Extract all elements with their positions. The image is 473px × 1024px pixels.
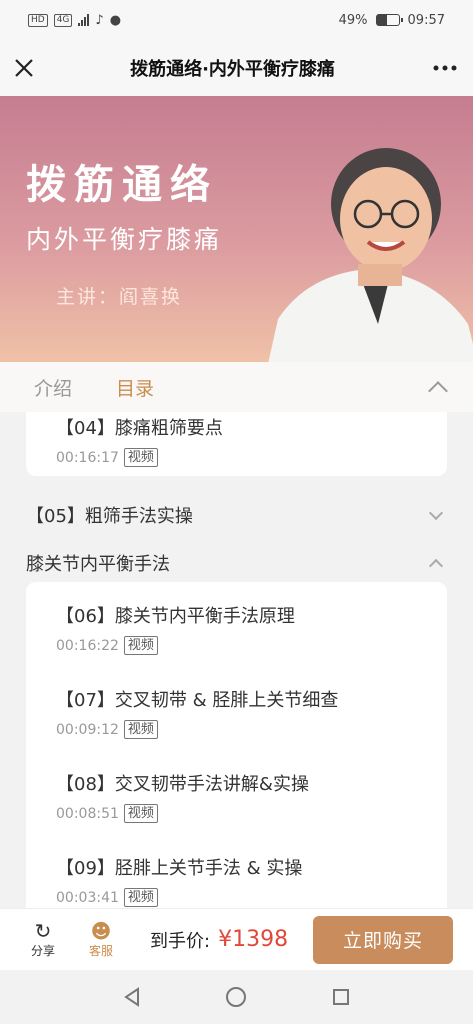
section-title: 膝关节内平衡手法 bbox=[26, 554, 170, 575]
lesson-duration: 00:09:12 bbox=[56, 721, 119, 738]
back-icon[interactable] bbox=[120, 985, 144, 1009]
page-title: 拨筋通络·内外平衡疗膝痛 bbox=[130, 59, 335, 80]
collapse-chevron-icon[interactable] bbox=[428, 381, 448, 401]
tab-catalog[interactable]: 目录 bbox=[116, 374, 154, 401]
price-label: 到手价: bbox=[150, 930, 211, 952]
catalog-list: 【04】膝痛粗筛要点 00:16:17 视频 【05】粗筛手法实操 膝关节内平衡… bbox=[0, 412, 473, 908]
more-icon[interactable] bbox=[417, 40, 473, 96]
lesson-item[interactable]: 【09】胫腓上关节手法 & 实操 00:03:41 视频 bbox=[56, 854, 302, 907]
price-value: ¥1398 bbox=[218, 927, 289, 952]
video-badge: 视频 bbox=[123, 888, 158, 907]
lesson-duration: 00:03:41 bbox=[56, 889, 119, 906]
title-bar: 拨筋通络·内外平衡疗膝痛 bbox=[0, 40, 473, 96]
headset-icon: ☻ bbox=[90, 919, 112, 943]
section-knee-balance[interactable]: 膝关节内平衡手法 bbox=[26, 550, 447, 576]
service-label: 客服 bbox=[88, 944, 113, 958]
lesson-item[interactable]: 【07】交叉韧带 & 胫腓上关节细查 00:09:12 视频 bbox=[56, 686, 338, 739]
battery-percent: 49% bbox=[338, 12, 368, 28]
chat-notification-icon: ● bbox=[109, 12, 122, 28]
lesson-item[interactable]: 【04】膝痛粗筛要点 00:16:17 视频 bbox=[56, 414, 223, 467]
section-title: 【05】粗筛手法实操 bbox=[26, 506, 193, 527]
battery-icon bbox=[375, 14, 403, 26]
clock: 09:57 bbox=[407, 12, 445, 28]
catalog-card: 【06】膝关节内平衡手法原理 00:16:22 视频 【07】交叉韧带 & 胫腓… bbox=[26, 582, 447, 908]
lesson-title: 【09】胫腓上关节手法 & 实操 bbox=[56, 858, 303, 879]
video-badge: 视频 bbox=[123, 448, 158, 467]
lesson-duration: 00:08:51 bbox=[56, 805, 119, 822]
course-banner: 拨筋通络 内外平衡疗膝痛 主讲：阎喜换 bbox=[0, 96, 473, 362]
status-bar: HD 4G ♪ ● 49% 09:57 bbox=[0, 0, 473, 40]
recents-icon[interactable] bbox=[329, 985, 353, 1009]
lesson-title: 【06】膝关节内平衡手法原理 bbox=[56, 606, 295, 627]
chevron-up-icon bbox=[428, 558, 444, 574]
video-badge: 视频 bbox=[123, 636, 158, 655]
lesson-item[interactable]: 【08】交叉韧带手法讲解&实操 00:08:51 视频 bbox=[56, 770, 309, 823]
video-badge: 视频 bbox=[123, 804, 158, 823]
banner-title: 拨筋通络 bbox=[26, 162, 218, 208]
chevron-down-icon bbox=[428, 505, 444, 521]
course-tabs: 介绍 目录 bbox=[0, 362, 473, 412]
hd-indicator: HD bbox=[28, 13, 48, 27]
purchase-bar: ↻ 分享 ☻ 客服 到手价: ¥1398 立即购买 bbox=[0, 908, 473, 970]
share-icon: ↻ bbox=[34, 919, 52, 943]
buy-now-button[interactable]: 立即购买 bbox=[313, 915, 453, 964]
lesson-duration: 00:16:22 bbox=[56, 637, 119, 654]
video-badge: 视频 bbox=[123, 720, 158, 739]
tab-intro[interactable]: 介绍 bbox=[34, 374, 72, 401]
tiktok-icon: ♪ bbox=[95, 12, 104, 28]
lesson-title: 【04】膝痛粗筛要点 bbox=[56, 418, 223, 439]
lesson-title: 【08】交叉韧带手法讲解&实操 bbox=[56, 774, 309, 795]
lecturer-portrait bbox=[268, 148, 473, 362]
customer-service-button[interactable]: ☻ 客服 bbox=[72, 920, 130, 959]
lesson-title: 【07】交叉韧带 & 胫腓上关节细查 bbox=[56, 690, 339, 711]
catalog-card: 【04】膝痛粗筛要点 00:16:17 视频 bbox=[26, 412, 447, 476]
lesson-duration: 00:16:17 bbox=[56, 449, 119, 466]
system-nav-bar bbox=[0, 970, 473, 1024]
home-icon[interactable] bbox=[224, 985, 248, 1009]
section-05[interactable]: 【05】粗筛手法实操 bbox=[26, 502, 447, 528]
lesson-item[interactable]: 【06】膝关节内平衡手法原理 00:16:22 视频 bbox=[56, 602, 295, 655]
signal-icon bbox=[78, 14, 90, 26]
network-type: 4G bbox=[53, 13, 73, 27]
share-button[interactable]: ↻ 分享 bbox=[14, 920, 72, 959]
share-label: 分享 bbox=[30, 944, 55, 958]
banner-speaker: 主讲：阎喜换 bbox=[56, 286, 183, 308]
close-icon[interactable] bbox=[0, 40, 48, 96]
banner-subtitle: 内外平衡疗膝痛 bbox=[26, 225, 223, 254]
